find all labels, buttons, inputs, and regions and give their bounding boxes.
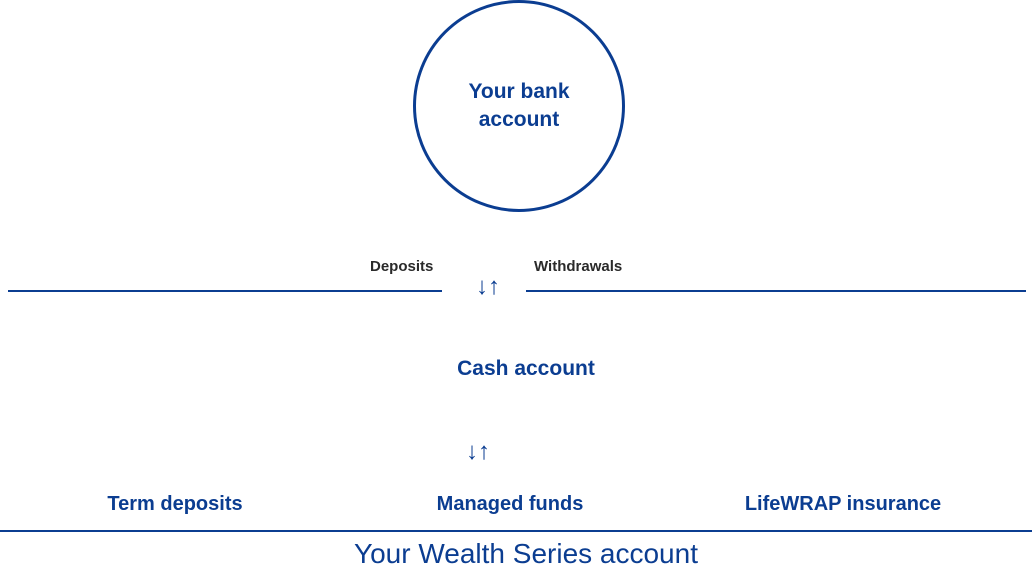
product-lifewrap-insurance: LifeWRAP insurance: [744, 493, 942, 515]
withdrawals-label: Withdrawals: [534, 258, 623, 275]
product-term-deposits: Term deposits: [107, 493, 243, 515]
transfer-arrows-icon: ↓↑: [476, 273, 500, 300]
cash-account-label: Cash account: [457, 357, 595, 380]
transfer-arrows-icon-secondary: ↓↑: [466, 438, 490, 465]
bank-account-label: Your bank account: [468, 80, 570, 131]
divider-bottom: [0, 530, 1032, 532]
divider-left: [8, 290, 442, 292]
wealth-series-account-label: Your Wealth Series account: [354, 538, 698, 569]
bank-account-circle: Your bank account: [413, 0, 625, 212]
product-managed-funds: Managed funds: [436, 493, 584, 515]
deposits-label: Deposits: [370, 258, 434, 275]
divider-right: [526, 290, 1026, 292]
